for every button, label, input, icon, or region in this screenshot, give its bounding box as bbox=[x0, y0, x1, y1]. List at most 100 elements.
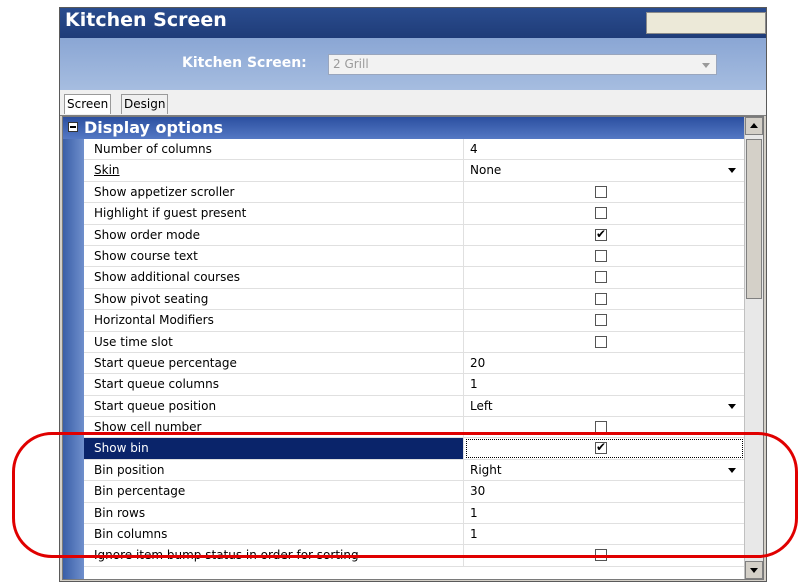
property-label: Bin percentage bbox=[84, 481, 464, 502]
property-label: Number of columns bbox=[84, 139, 464, 160]
property-label: Start queue percentage bbox=[84, 352, 464, 374]
tab-strip: Screen Design bbox=[60, 90, 766, 116]
property-row[interactable]: Show additional courses bbox=[84, 267, 744, 289]
property-value[interactable] bbox=[465, 246, 744, 266]
property-label: Start queue position bbox=[84, 395, 464, 417]
category-display-options[interactable]: Display options bbox=[63, 117, 744, 139]
property-value[interactable]: ✔ bbox=[465, 438, 744, 458]
property-value[interactable]: Left bbox=[465, 396, 744, 416]
checkbox[interactable] bbox=[595, 271, 607, 284]
kitchen-screen-value: 2 Grill bbox=[333, 57, 369, 71]
checkbox[interactable]: ✔ bbox=[595, 226, 607, 241]
property-row[interactable]: Bin position Right bbox=[84, 459, 744, 482]
property-row[interactable]: Number of columns 4 bbox=[84, 139, 744, 161]
property-value[interactable] bbox=[465, 545, 744, 565]
category-title: Display options bbox=[84, 118, 224, 137]
window-title: Kitchen Screen bbox=[65, 9, 227, 31]
chevron-down-icon[interactable] bbox=[728, 168, 736, 174]
checkbox[interactable] bbox=[595, 249, 607, 262]
checkbox[interactable] bbox=[595, 185, 607, 198]
property-value[interactable] bbox=[465, 203, 744, 223]
property-label: Show additional courses bbox=[84, 267, 464, 288]
scroll-up-button[interactable] bbox=[745, 117, 763, 135]
property-label: Bin columns bbox=[84, 524, 464, 545]
scroll-down-button[interactable] bbox=[745, 561, 763, 579]
check-icon: ✔ bbox=[596, 226, 607, 241]
title-bar-field[interactable] bbox=[646, 12, 766, 34]
property-row[interactable]: Bin columns 1 bbox=[84, 524, 744, 546]
property-value[interactable] bbox=[465, 310, 744, 330]
property-label: Show pivot seating bbox=[84, 288, 464, 310]
property-row[interactable]: Horizontal Modifiers bbox=[84, 310, 744, 332]
property-row[interactable]: Bin rows 1 bbox=[84, 502, 744, 525]
property-value[interactable] bbox=[465, 289, 744, 309]
property-value[interactable] bbox=[465, 267, 744, 287]
title-bar: Kitchen Screen bbox=[60, 8, 766, 38]
property-row[interactable]: Start queue columns 1 bbox=[84, 374, 744, 396]
property-label: Horizontal Modifiers bbox=[84, 310, 464, 331]
kitchen-screen-selector-bar: Kitchen Screen: 2 Grill bbox=[60, 38, 766, 90]
property-label: Bin rows bbox=[84, 502, 464, 524]
property-value[interactable]: 20 bbox=[465, 353, 744, 373]
property-row[interactable]: Show pivot seating bbox=[84, 288, 744, 311]
vertical-scrollbar[interactable] bbox=[744, 117, 763, 579]
checkbox[interactable] bbox=[595, 207, 607, 220]
property-row[interactable]: Show order mode ✔ bbox=[84, 224, 744, 246]
property-row-selected[interactable]: Show bin ✔ bbox=[84, 438, 744, 460]
kitchen-screen-window: Kitchen Screen Kitchen Screen: 2 Grill S… bbox=[59, 7, 767, 582]
property-label: Start queue columns bbox=[84, 374, 464, 395]
kitchen-screen-combo[interactable]: 2 Grill bbox=[328, 54, 717, 75]
checkbox[interactable] bbox=[595, 335, 607, 348]
property-label: Use time slot bbox=[84, 331, 464, 352]
chevron-down-icon[interactable] bbox=[728, 403, 736, 409]
property-value[interactable]: 1 bbox=[465, 374, 744, 394]
property-value[interactable] bbox=[465, 332, 744, 352]
property-row[interactable]: Start queue position Left bbox=[84, 395, 744, 418]
scroll-thumb[interactable] bbox=[746, 139, 762, 299]
property-label: Show appetizer scroller bbox=[84, 181, 464, 203]
property-label: Show bin bbox=[84, 438, 464, 459]
property-label: Highlight if guest present bbox=[84, 203, 464, 224]
grid-gutter bbox=[63, 117, 84, 579]
property-row[interactable]: Show course text bbox=[84, 245, 744, 268]
property-value[interactable]: 1 bbox=[465, 503, 744, 523]
property-grid: Display options Number of columns 4 Skin N… bbox=[62, 116, 764, 580]
property-row[interactable]: Bin percentage 30 bbox=[84, 481, 744, 503]
property-row[interactable]: Ignore item bump status in order for sor… bbox=[84, 545, 744, 567]
property-label: Show cell number bbox=[84, 417, 464, 438]
checkbox[interactable] bbox=[595, 549, 607, 562]
arrow-down-icon bbox=[750, 568, 758, 573]
property-label: Show order mode bbox=[84, 224, 464, 245]
property-value[interactable] bbox=[465, 417, 744, 437]
tab-design[interactable]: Design bbox=[121, 94, 169, 114]
property-value[interactable]: 1 bbox=[465, 524, 744, 544]
property-row[interactable]: Start queue percentage 20 bbox=[84, 352, 744, 375]
property-value[interactable]: Right bbox=[465, 460, 744, 480]
checkbox[interactable] bbox=[595, 292, 607, 305]
chevron-down-icon[interactable] bbox=[728, 467, 736, 473]
arrow-up-icon bbox=[750, 123, 758, 128]
property-value[interactable]: ✔ bbox=[465, 225, 744, 245]
property-value[interactable]: 4 bbox=[465, 139, 744, 159]
property-row[interactable]: Use time slot bbox=[84, 331, 744, 353]
property-row[interactable]: Show appetizer scroller bbox=[84, 181, 744, 204]
property-label: Ignore item bump status in order for sor… bbox=[84, 545, 464, 566]
check-icon: ✔ bbox=[596, 440, 607, 455]
tab-screen[interactable]: Screen bbox=[64, 94, 112, 114]
property-label: Skin bbox=[84, 160, 464, 181]
chevron-down-icon[interactable] bbox=[702, 63, 710, 68]
property-row[interactable]: Show cell number bbox=[84, 417, 744, 439]
property-value[interactable] bbox=[465, 182, 744, 202]
property-row[interactable]: Skin None bbox=[84, 160, 744, 182]
property-value[interactable]: 30 bbox=[465, 481, 744, 501]
property-row[interactable]: Highlight if guest present bbox=[84, 203, 744, 225]
checkbox[interactable]: ✔ bbox=[595, 440, 607, 455]
property-label: Bin position bbox=[84, 459, 464, 481]
checkbox[interactable] bbox=[595, 421, 607, 434]
property-rows: Number of columns 4 Skin None Show appetiz… bbox=[84, 139, 744, 567]
property-label: Show course text bbox=[84, 245, 464, 267]
checkbox[interactable] bbox=[595, 314, 607, 327]
collapse-icon[interactable] bbox=[68, 122, 78, 132]
kitchen-screen-label: Kitchen Screen: bbox=[182, 55, 307, 71]
property-value[interactable]: None bbox=[465, 160, 744, 180]
